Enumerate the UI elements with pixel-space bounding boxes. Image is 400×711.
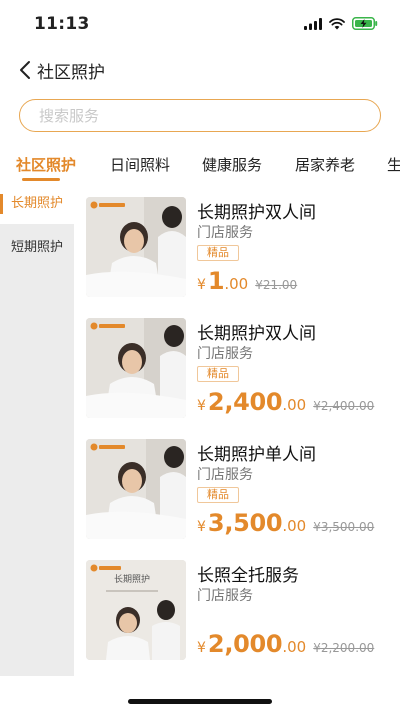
price-integer: 2,000 xyxy=(207,630,283,658)
currency-symbol: ¥ xyxy=(197,398,206,414)
signal-icon xyxy=(304,17,322,30)
price-decimal: .00 xyxy=(282,638,307,656)
care-photo-image xyxy=(86,439,186,539)
product-subtitle: 门店服务 xyxy=(197,467,253,483)
currency-symbol: ¥ xyxy=(197,640,206,656)
search-bar[interactable] xyxy=(19,99,381,132)
battery-charging-icon xyxy=(352,17,378,30)
back-arrow-icon[interactable] xyxy=(18,59,32,81)
nav-bar: 社区照护 xyxy=(0,56,400,86)
sidebar-item-label: 长期照护 xyxy=(10,196,63,211)
care-photo-image xyxy=(86,197,186,297)
sidebar-item-label: 短期照护 xyxy=(10,240,63,255)
sidebar-item-long-term-care[interactable]: 长期照护 xyxy=(0,184,74,224)
product-price: ¥ 1 .00 ¥21.00 xyxy=(197,267,297,295)
currency-symbol: ¥ xyxy=(197,519,206,535)
currency-symbol: ¥ xyxy=(197,277,206,293)
sidebar: 长期照护 短期照护 xyxy=(0,184,74,676)
original-price: ¥21.00 xyxy=(255,278,298,292)
tab-community-care[interactable]: 社区照护 xyxy=(16,154,76,175)
product-card[interactable]: 长期照护 长照全托服务 门店服务 ¥ 2,000 .00 ¥2,200.00 xyxy=(86,560,386,660)
premium-badge: 精品 xyxy=(197,245,239,261)
product-subtitle: 门店服务 xyxy=(197,588,253,604)
product-title: 长期照护双人间 xyxy=(197,324,316,344)
original-price: ¥2,200.00 xyxy=(313,641,375,655)
product-price: ¥ 2,000 .00 ¥2,200.00 xyxy=(197,630,374,658)
price-integer: 1 xyxy=(207,267,225,295)
price-decimal: .00 xyxy=(282,517,307,535)
status-bar: 11:13 xyxy=(0,0,400,48)
product-title: 长期照护双人间 xyxy=(197,203,316,223)
product-thumbnail xyxy=(86,439,186,539)
search-input[interactable] xyxy=(20,100,380,131)
product-thumbnail xyxy=(86,318,186,418)
home-indicator[interactable] xyxy=(128,699,272,704)
product-price: ¥ 2,400 .00 ¥2,400.00 xyxy=(197,388,374,416)
price-decimal: .00 xyxy=(282,396,307,414)
product-card[interactable]: 长期照护单人间 门店服务 精品 ¥ 3,500 .00 ¥3,500.00 xyxy=(86,439,386,539)
price-integer: 3,500 xyxy=(207,509,283,537)
product-card[interactable]: 长期照护双人间 门店服务 精品 ¥ 2,400 .00 ¥2,400.00 xyxy=(86,318,386,418)
active-tab-indicator xyxy=(22,178,60,181)
status-time: 11:13 xyxy=(34,14,90,34)
care-poster-image: 长期照护 xyxy=(86,560,186,660)
product-subtitle: 门店服务 xyxy=(197,225,253,241)
svg-text:长期照护: 长期照护 xyxy=(114,573,150,585)
product-price: ¥ 3,500 .00 ¥3,500.00 xyxy=(197,509,374,537)
original-price: ¥3,500.00 xyxy=(313,520,375,534)
category-tabs: 社区照护 日间照料 健康服务 居家养老 生 xyxy=(0,148,400,184)
status-icons xyxy=(304,17,378,30)
tab-day-care[interactable]: 日间照料 xyxy=(110,154,170,175)
premium-badge: 精品 xyxy=(197,487,239,503)
product-title: 长期照护单人间 xyxy=(197,445,316,465)
tab-home-elderly-care[interactable]: 居家养老 xyxy=(295,154,355,175)
tab-health-services[interactable]: 健康服务 xyxy=(202,154,262,175)
price-integer: 2,400 xyxy=(207,388,283,416)
original-price: ¥2,400.00 xyxy=(313,399,375,413)
product-card[interactable]: 长期照护双人间 门店服务 精品 ¥ 1 .00 ¥21.00 xyxy=(86,197,386,297)
sidebar-item-short-term-care[interactable]: 短期照护 xyxy=(0,228,74,268)
page-title: 社区照护 xyxy=(37,63,105,83)
care-photo-image xyxy=(86,318,186,418)
product-thumbnail xyxy=(86,197,186,297)
price-decimal: .00 xyxy=(224,275,249,293)
product-title: 长照全托服务 xyxy=(197,566,299,586)
wifi-icon xyxy=(329,17,345,29)
premium-badge: 精品 xyxy=(197,366,239,382)
tab-more[interactable]: 生 xyxy=(387,154,400,175)
product-thumbnail: 长期照护 xyxy=(86,560,186,660)
product-subtitle: 门店服务 xyxy=(197,346,253,362)
